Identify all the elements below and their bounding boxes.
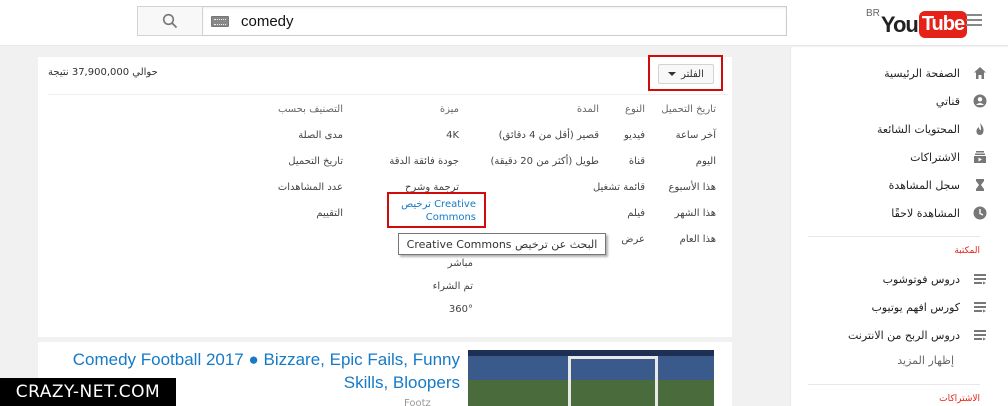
logo-region: BR [866, 8, 880, 19]
trending-icon [972, 121, 988, 137]
masthead: comedy BR You Tube [0, 0, 1008, 46]
sidebar-item-label: دروس الربح من الانترنت [848, 328, 960, 342]
sidebar-divider [808, 236, 980, 237]
filter-head-type: النوع [625, 104, 645, 115]
filter-channel[interactable]: قناة [593, 156, 645, 168]
filter-head-duration: المدة [576, 104, 599, 115]
sidebar-item-my-channel[interactable]: قناتي [790, 88, 990, 114]
subscriptions-icon [972, 149, 988, 165]
search-button[interactable] [137, 6, 203, 36]
sidebar-item-playlist[interactable]: دروس فوتوشوب [790, 266, 990, 292]
filter-head-features: ميزة [439, 104, 459, 115]
site-watermark: CRAZY-NET.COM [0, 378, 176, 406]
sidebar-item-label: كورس افهم يوتيوب [871, 300, 960, 314]
filter-movie[interactable]: فيلم [593, 208, 645, 220]
search-query-text: comedy [241, 12, 294, 30]
account-icon [972, 93, 988, 109]
filter-column-upload-date: تاريخ التحميل آخر ساعة اليوم هذا الأسبوع… [661, 104, 716, 260]
sidebar-item-label: قناتي [935, 94, 960, 108]
sidebar-item-label: سجل المشاهدة [888, 178, 960, 192]
result-count: حوالي 37,900,000 نتيجة [48, 67, 158, 78]
filter-purchased[interactable]: تم الشراء [433, 281, 473, 292]
filter-playlist[interactable]: قائمة تشغيل [593, 182, 645, 194]
video-thumbnail[interactable] [468, 350, 714, 406]
filter-divider [48, 94, 728, 95]
filter-today[interactable]: اليوم [661, 156, 716, 168]
creative-commons-tooltip: البحث عن ترخيص Creative Commons [398, 233, 606, 255]
filter-hd[interactable]: جودة فائقة الدقة [389, 156, 459, 168]
sidebar-item-label: الاشتراكات [910, 150, 960, 164]
filter-video[interactable]: فيديو [593, 130, 645, 142]
filter-last-hour[interactable]: آخر ساعة [661, 130, 716, 142]
sidebar-item-watch-later[interactable]: المشاهدة لاحقًا [790, 200, 990, 226]
sidebar-item-label: دروس فوتوشوب [882, 272, 960, 286]
sidebar-item-subscriptions[interactable]: الاشتراكات [790, 144, 990, 170]
sidebar-item-home[interactable]: الصفحة الرئيسية [790, 60, 990, 86]
filter-live[interactable]: مباشر [448, 258, 473, 269]
filter-column-sort-by: التصنيف بحسب مدى الصلة تاريخ التحميل عدد… [278, 104, 343, 234]
filter-this-week[interactable]: هذا الأسبوع [661, 182, 717, 194]
sidebar-item-label: المشاهدة لاحقًا [891, 206, 960, 220]
filter-head-sort-by: التصنيف بحسب [277, 104, 343, 115]
filter-4k[interactable]: 4K [389, 130, 459, 142]
sort-rating[interactable]: التقييم [278, 208, 343, 220]
highlight-box-creative-commons [387, 192, 486, 228]
filter-this-year[interactable]: هذا العام [661, 234, 716, 246]
library-heading[interactable]: المكتبة [790, 246, 980, 256]
search-icon [162, 13, 178, 29]
playlist-icon [972, 271, 988, 287]
playlist-icon [972, 299, 988, 315]
search-input[interactable]: comedy [203, 6, 787, 36]
search-bar: comedy [137, 6, 787, 36]
subscriptions-heading[interactable]: الاشتراكات [790, 394, 980, 404]
sidebar-item-playlist[interactable]: كورس افهم يوتيوب [790, 294, 990, 320]
filter-short[interactable]: قصير (أقل من 4 دقائق) [491, 130, 599, 142]
sidebar-divider [808, 384, 980, 385]
logo-tube: Tube [918, 11, 968, 38]
filter-long[interactable]: طويل (أكثر من 20 دقيقة) [491, 156, 599, 168]
highlight-box-filter [648, 55, 723, 91]
sort-view-count[interactable]: عدد المشاهدات [278, 182, 343, 194]
sidebar-item-label: المحتويات الشائعة [877, 122, 960, 136]
logo-you: You [880, 12, 919, 37]
filter-head-upload-date: تاريخ التحميل [661, 104, 716, 115]
playlist-icon [972, 327, 988, 343]
show-more-link[interactable]: إظهار المزيد [790, 354, 954, 367]
keyboard-icon[interactable] [211, 15, 229, 27]
hamburger-menu-icon[interactable] [966, 14, 982, 26]
sort-upload-date[interactable]: تاريخ التحميل [278, 156, 343, 168]
home-icon [972, 65, 988, 81]
filter-column-duration: المدة قصير (أقل من 4 دقائق) طويل (أكثر م… [491, 104, 599, 182]
youtube-logo[interactable]: BR You Tube [866, 6, 968, 38]
sidebar-item-history[interactable]: سجل المشاهدة [790, 172, 990, 198]
filter-360[interactable]: 360° [449, 304, 473, 315]
sidebar-item-playlist[interactable]: دروس الربح من الانترنت [790, 322, 990, 348]
sidebar-item-trending[interactable]: المحتويات الشائعة [790, 116, 990, 142]
sidebar-item-label: الصفحة الرئيسية [884, 66, 960, 80]
clock-icon [972, 205, 988, 221]
filter-this-month[interactable]: هذا الشهر [661, 208, 716, 220]
video-channel[interactable]: Footz [404, 398, 431, 406]
hourglass-icon [972, 177, 988, 193]
sort-relevance[interactable]: مدى الصلة [278, 130, 343, 142]
